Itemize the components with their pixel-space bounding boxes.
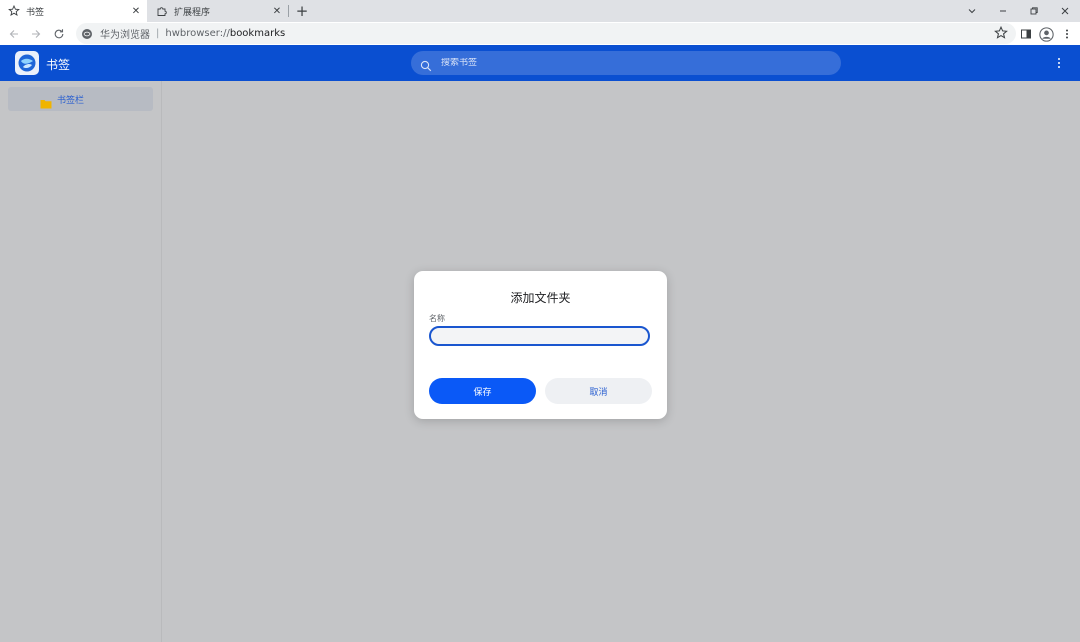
browser-menu-icon[interactable] <box>1057 24 1077 44</box>
bookmark-star-icon <box>8 5 20 17</box>
back-arrow-icon[interactable] <box>4 24 24 44</box>
url-divider: | <box>156 28 160 39</box>
folder-icon <box>40 94 52 109</box>
puzzle-icon <box>156 5 168 17</box>
name-field-label: 名称 <box>429 314 445 323</box>
add-folder-dialog: 添加文件夹 名称 保存 取消 <box>414 271 667 419</box>
window-close-icon[interactable] <box>1050 0 1080 22</box>
forward-arrow-icon[interactable] <box>26 24 46 44</box>
new-tab-button[interactable]: + <box>293 2 311 20</box>
page-title: 书签 <box>46 58 71 72</box>
tab-extensions[interactable]: 扩展程序 ✕ <box>148 0 288 22</box>
save-button[interactable]: 保存 <box>429 378 536 404</box>
profile-avatar-icon[interactable] <box>1036 24 1056 44</box>
url-scheme: hwbrowser:// <box>165 28 230 39</box>
sidebar-item-bookmarks-bar[interactable]: 书签栏 <box>8 87 153 111</box>
folder-tree: 书签栏 <box>0 81 162 642</box>
tab-title: 书签 <box>26 7 45 18</box>
search-input[interactable] <box>441 58 821 68</box>
tab-bookmarks[interactable]: 书签 ✕ <box>0 0 147 22</box>
reload-icon[interactable] <box>49 24 69 44</box>
site-name: 华为浏览器 <box>100 30 150 41</box>
dialog-title: 添加文件夹 <box>510 291 571 305</box>
tab-search-chevron-icon[interactable] <box>957 0 987 22</box>
url-host: bookmarks <box>229 28 286 39</box>
address-bar[interactable]: 华为浏览器 | hwbrowser://bookmarks <box>76 23 1016 44</box>
cancel-button[interactable]: 取消 <box>545 378 652 404</box>
close-icon[interactable]: ✕ <box>129 4 143 18</box>
search-icon <box>420 57 432 72</box>
folder-name-input[interactable] <box>429 326 650 346</box>
sidebar-item-label: 书签栏 <box>57 95 85 106</box>
side-panel-icon[interactable] <box>1016 24 1036 44</box>
browser-logo-icon <box>15 51 39 75</box>
restore-icon[interactable] <box>1019 0 1049 22</box>
tab-strip: 书签 ✕ 扩展程序 ✕ + <box>0 0 1080 22</box>
site-info-icon[interactable] <box>81 28 93 40</box>
bookmark-search[interactable] <box>411 51 841 75</box>
bookmarks-header: 书签 <box>0 45 1080 81</box>
close-icon[interactable]: ✕ <box>270 4 284 18</box>
minimize-icon[interactable] <box>988 0 1018 22</box>
tab-title: 扩展程序 <box>174 7 211 18</box>
more-options-icon[interactable] <box>1052 55 1066 71</box>
browser-toolbar: 华为浏览器 | hwbrowser://bookmarks <box>0 22 1080 45</box>
bookmark-star-icon[interactable] <box>994 25 1008 40</box>
tab-separator <box>288 5 289 17</box>
